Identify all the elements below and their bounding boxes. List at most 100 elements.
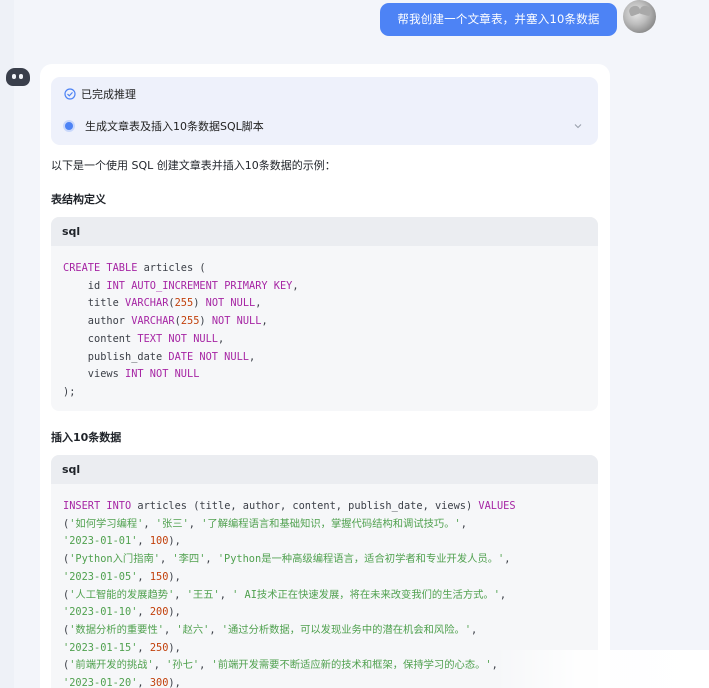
code-token: id [63,279,107,292]
section-heading-insert-data: 插入10条数据 [51,431,122,444]
code-token: '前端开发需要不断适应新的技术和框架，保持学习的心态。' [211,659,492,672]
code-token: , [218,332,225,345]
code-token: 150 [149,570,169,583]
code-token: ), [168,677,181,688]
code-token: ) [199,315,212,328]
code-line: '2023-01-05', 150), [63,569,598,587]
response-intro: 以下是一个使用 SQL 创建文章表并插入10条数据的示例： [51,159,336,172]
code-token: author [63,315,132,328]
code-token: publish_date [63,350,169,363]
code-token: , [137,606,150,619]
code-token: , [160,553,173,566]
code-token: '2023-01-20' [63,677,138,688]
code-token: NOT NULL [205,297,256,310]
code-line: id INT AUTO_INCREMENT PRIMARY KEY, [63,278,598,296]
code-token: ), [168,641,181,654]
code-token: , [143,517,156,530]
code-token: , [460,517,467,530]
reasoning-panel[interactable]: 已完成推理 生成文章表及插入10条数据SQL脚本 [51,77,598,145]
reasoning-status-text: 已完成推理 [81,88,136,101]
code-token: , [188,517,202,530]
code-token: articles (title, author, content, publis… [131,500,479,512]
code-token: , [137,677,150,688]
section-heading-table-structure: 表结构定义 [51,193,106,206]
code-line: ('Python入门指南', '李四', 'Python是一种高级编程语言，适合… [63,551,598,569]
code-token: 100 [149,535,169,548]
code-token: '2023-01-01' [63,535,138,548]
assistant-message-card: 已完成推理 生成文章表及插入10条数据SQL脚本 以下是一个使用 SQL 创建文… [40,64,610,688]
code-token: VALUES [478,500,516,512]
code-token: title [63,297,125,310]
code-token: 'Python是一种高级编程语言，适合初学者和专业开发人员。' [217,553,505,566]
assistant-avatar [6,68,30,86]
code-token: '孙七' [166,659,200,672]
code-token: '前端开发的挑战' [69,659,154,672]
code-token: , [261,315,268,328]
code-token: VARCHAR [125,297,169,310]
code-token: ), [168,606,181,619]
code-token: , [137,570,150,583]
code-token: ), [168,570,181,583]
code-token: , [205,553,218,566]
code-language-label: sql [51,217,598,246]
reasoning-status-row: 已完成推理 [64,85,136,103]
code-token: '2023-01-15' [63,641,138,654]
code-line: INSERT INTO articles (title, author, con… [63,498,598,516]
code-line: CREATE TABLE articles ( [63,260,598,278]
code-token: , [471,623,478,636]
code-token: , [248,350,256,363]
code-token: , [504,553,511,566]
chevron-down-icon[interactable] [573,121,583,131]
code-token: 'Python入门指南' [69,553,160,566]
code-token: 200 [149,606,169,619]
code-token: , [499,588,507,601]
reasoning-step-text: 生成文章表及插入10条数据SQL脚本 [85,120,264,133]
code-line: '2023-01-01', 100), [63,533,598,551]
watermark-fade [495,650,709,688]
code-token: 300 [149,677,169,688]
left-sidebar-edge [0,0,14,688]
code-line: author VARCHAR(255) NOT NULL, [63,313,598,331]
code-token: '如何学习编程' [69,517,144,530]
code-token: '李四' [172,553,206,566]
code-token: 255 [180,315,200,328]
code-token: content [63,332,138,345]
code-token: '人工智能的发展趋势' [69,588,175,601]
code-token: VARCHAR [131,315,175,328]
code-token: , [174,588,187,601]
check-circle-icon [64,88,76,100]
code-line: '2023-01-10', 200), [63,604,598,622]
code-line: ('人工智能的发展趋势', '王五', ' AI技术正在快速发展，将在未来改变我… [63,587,598,605]
code-token: , [219,588,233,601]
code-line: ('如何学习编程', '张三', '了解编程语言和基础知识，掌握代码结构和调试技… [63,516,598,534]
code-token: ); [63,385,76,398]
code-token: INT NOT NULL [125,368,200,381]
code-token: '2023-01-05' [63,570,138,583]
code-token: '数据分析的重要性' [69,623,164,636]
code-line: ('数据分析的重要性', '赵六', '通过分析数据，可以发现业务中的潜在机会和… [63,622,598,640]
code-token: , [292,279,299,292]
reasoning-step-row[interactable]: 生成文章表及插入10条数据SQL脚本 [63,117,589,135]
code-token: , [163,623,177,636]
code-token: '王五' [186,588,220,601]
code-token: '张三' [155,517,189,530]
code-token: , [209,623,222,636]
code-line: content TEXT NOT NULL, [63,331,598,349]
code-line: ); [63,384,598,402]
code-token: '2023-01-10' [63,606,138,619]
code-block-create-table: sql CREATE TABLE articles ( id INT AUTO_… [51,217,598,411]
user-message-text: 帮我创建一个文章表，并塞入10条数据 [397,12,600,26]
code-token: , [255,297,262,310]
code-token: articles ( [137,262,206,274]
user-message-bubble: 帮我创建一个文章表，并塞入10条数据 [380,3,617,36]
code-token: TEXT NOT NULL [137,332,218,345]
code-token: CREATE TABLE [63,262,138,274]
code-token: INT AUTO_INCREMENT PRIMARY KEY [106,279,293,292]
code-token: , [153,659,167,672]
step-dot-icon [63,120,75,132]
code-language-label: sql [51,455,598,484]
code-token: views [63,368,125,381]
code-content[interactable]: CREATE TABLE articles ( id INT AUTO_INCR… [51,246,598,402]
user-avatar[interactable] [623,0,656,33]
code-token: '赵六' [176,623,210,636]
